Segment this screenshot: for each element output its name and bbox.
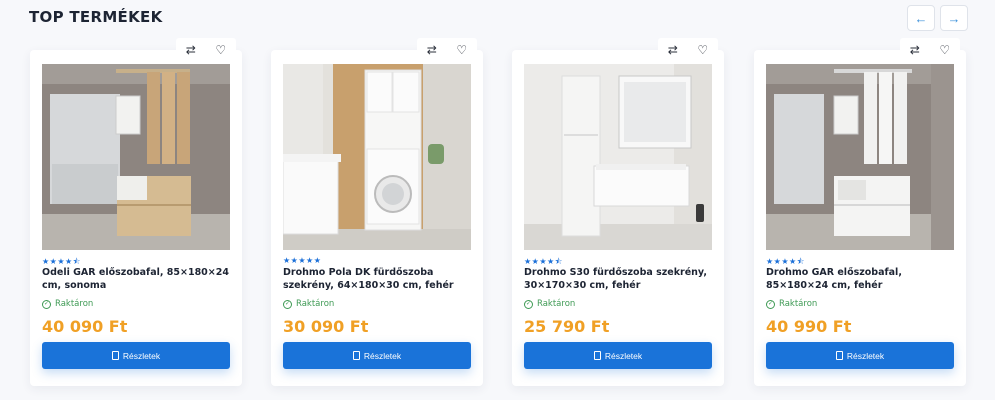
stock-status: ✓ Raktáron — [42, 299, 94, 309]
heart-icon[interactable]: ♡ — [456, 44, 467, 56]
product-card[interactable]: ⇄ ♡ ★★★★⯪ Odeli GAR előszobafal, 85×180×… — [30, 38, 242, 386]
product-price: 40 090 Ft — [42, 317, 128, 336]
heart-icon[interactable]: ♡ — [215, 44, 226, 56]
product-image[interactable] — [283, 64, 471, 250]
product-name[interactable]: Drohmo Pola DK fürdőszoba szekrény, 64×1… — [283, 267, 479, 292]
card-actions: ⇄ ♡ — [658, 38, 718, 62]
product-card[interactable]: ⇄ ♡ ★★★★⯪ Drohmo S30 fürdőszoba szekrény… — [512, 38, 724, 386]
heart-icon[interactable]: ♡ — [939, 44, 950, 56]
document-icon — [111, 351, 119, 360]
document-icon — [352, 351, 360, 360]
heart-icon[interactable]: ♡ — [697, 44, 708, 56]
carousel-prev-button[interactable]: ← — [907, 5, 935, 31]
product-image[interactable] — [766, 64, 954, 250]
card-actions: ⇄ ♡ — [900, 38, 960, 62]
rating-stars: ★★★★★ — [283, 256, 322, 265]
check-circle-icon: ✓ — [524, 299, 533, 309]
section-title: TOP TERMÉKEK — [29, 8, 163, 26]
document-icon — [593, 351, 601, 360]
product-image[interactable] — [42, 64, 230, 250]
product-name[interactable]: Drohmo S30 fürdőszoba szekrény, 30×170×3… — [524, 267, 720, 292]
details-button[interactable]: Részletek — [283, 342, 471, 369]
product-name[interactable]: Drohmo GAR előszobafal, 85×180×24 cm, fe… — [766, 267, 962, 292]
check-circle-icon: ✓ — [42, 299, 51, 309]
document-icon — [835, 351, 843, 360]
compare-icon[interactable]: ⇄ — [668, 44, 678, 56]
details-button[interactable]: Részletek — [42, 342, 230, 369]
product-price: 40 990 Ft — [766, 317, 852, 336]
carousel-next-button[interactable]: → — [940, 5, 968, 31]
product-price: 30 090 Ft — [283, 317, 369, 336]
check-circle-icon: ✓ — [283, 299, 292, 309]
stock-status: ✓ Raktáron — [283, 299, 335, 309]
product-image[interactable] — [524, 64, 712, 250]
product-card[interactable]: ⇄ ♡ ★★★★⯪ Drohmo GAR előszobafal, 85×180… — [754, 38, 966, 386]
arrow-left-icon: ← — [914, 10, 928, 26]
details-button[interactable]: Részletek — [524, 342, 712, 369]
card-actions: ⇄ ♡ — [176, 38, 236, 62]
compare-icon[interactable]: ⇄ — [427, 44, 437, 56]
stock-status: ✓ Raktáron — [766, 299, 818, 309]
arrow-right-icon: → — [947, 10, 961, 26]
stock-status: ✓ Raktáron — [524, 299, 576, 309]
compare-icon[interactable]: ⇄ — [910, 44, 920, 56]
check-circle-icon: ✓ — [766, 299, 775, 309]
details-button[interactable]: Részletek — [766, 342, 954, 369]
product-card[interactable]: ⇄ ♡ ★★★★★ Drohmo Pola DK fürdőszoba szek… — [271, 38, 483, 386]
compare-icon[interactable]: ⇄ — [186, 44, 196, 56]
product-name[interactable]: Odeli GAR előszobafal, 85×180×24 cm, son… — [42, 267, 238, 292]
product-price: 25 790 Ft — [524, 317, 610, 336]
card-actions: ⇄ ♡ — [417, 38, 477, 62]
